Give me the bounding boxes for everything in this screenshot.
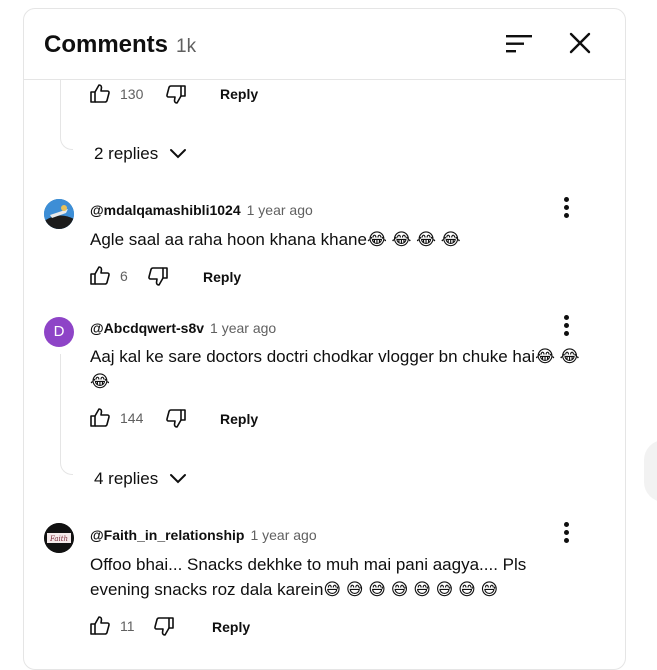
more-options-icon[interactable] bbox=[563, 315, 569, 339]
more-options-icon[interactable] bbox=[563, 522, 569, 546]
reply-button[interactable]: Reply bbox=[203, 269, 241, 285]
view-replies-button[interactable]: 4 replies bbox=[94, 469, 188, 489]
avatar-text: Faith bbox=[49, 535, 68, 543]
author-name[interactable]: @mdalqamashibli1024 bbox=[90, 202, 241, 218]
close-icon[interactable] bbox=[566, 29, 594, 57]
comment-author[interactable]: @Abcdqwert-s8v 1 year ago bbox=[90, 320, 276, 336]
reply-button[interactable]: Reply bbox=[220, 411, 258, 427]
comment-actions: 6 bbox=[88, 264, 170, 288]
thumbs-up-icon[interactable] bbox=[88, 82, 112, 106]
comment-text: Aaj kal ke sare doctors doctri chodkar v… bbox=[90, 347, 580, 391]
comment-text: Agle saal aa raha hoon khana khane😂 😂 😂 … bbox=[90, 230, 461, 249]
reply-button[interactable]: Reply bbox=[220, 86, 258, 102]
comment-actions: 130 bbox=[88, 82, 188, 106]
thumbs-up-icon[interactable] bbox=[88, 614, 112, 638]
side-nav-button[interactable] bbox=[644, 440, 657, 502]
comments-title: Comments bbox=[44, 31, 169, 58]
avatar[interactable]: Faith bbox=[44, 523, 74, 553]
thumbs-down-icon[interactable] bbox=[164, 406, 188, 430]
comment-time[interactable]: 1 year ago bbox=[250, 527, 316, 543]
more-options-icon[interactable] bbox=[563, 197, 569, 221]
sort-icon[interactable] bbox=[504, 31, 534, 57]
like-count: 11 bbox=[120, 618, 135, 634]
author-name[interactable]: @Abcdqwert-s8v bbox=[90, 320, 204, 336]
comment-actions: 144 bbox=[88, 406, 188, 430]
thumbs-down-icon[interactable] bbox=[164, 82, 188, 106]
comment-text: Offoo bhai... Snacks dekhke to muh mai p… bbox=[90, 555, 527, 599]
comment-time[interactable]: 1 year ago bbox=[247, 202, 313, 218]
comment-time[interactable]: 1 year ago bbox=[210, 320, 276, 336]
comments-panel: Comments 1k 130 Reply 2 replies @mdalqam… bbox=[23, 8, 626, 670]
thumbs-up-icon[interactable] bbox=[88, 264, 112, 288]
view-replies-button[interactable]: 2 replies bbox=[94, 144, 188, 164]
thumbs-down-icon[interactable] bbox=[152, 614, 176, 638]
avatar[interactable]: D bbox=[44, 317, 74, 347]
author-name[interactable]: @Faith_in_relationship bbox=[90, 527, 244, 543]
comment-actions: 11 bbox=[88, 614, 176, 638]
like-count: 130 bbox=[120, 86, 144, 102]
comment-author[interactable]: @mdalqamashibli1024 1 year ago bbox=[90, 202, 313, 218]
replies-label: 4 replies bbox=[94, 469, 159, 488]
thumbs-up-icon[interactable] bbox=[88, 406, 112, 430]
comment-author[interactable]: @Faith_in_relationship 1 year ago bbox=[90, 527, 317, 543]
thread-line bbox=[60, 354, 73, 475]
thumbs-down-icon[interactable] bbox=[146, 264, 170, 288]
chevron-down-icon bbox=[170, 474, 187, 484]
avatar[interactable] bbox=[44, 199, 74, 229]
replies-label: 2 replies bbox=[94, 144, 159, 163]
reply-button[interactable]: Reply bbox=[212, 619, 250, 635]
like-count: 144 bbox=[120, 410, 144, 426]
like-count: 6 bbox=[120, 268, 128, 284]
thread-line bbox=[60, 79, 73, 150]
comments-count: 1k bbox=[176, 36, 197, 57]
comments-header: Comments 1k bbox=[24, 9, 625, 80]
chevron-down-icon bbox=[170, 149, 187, 159]
